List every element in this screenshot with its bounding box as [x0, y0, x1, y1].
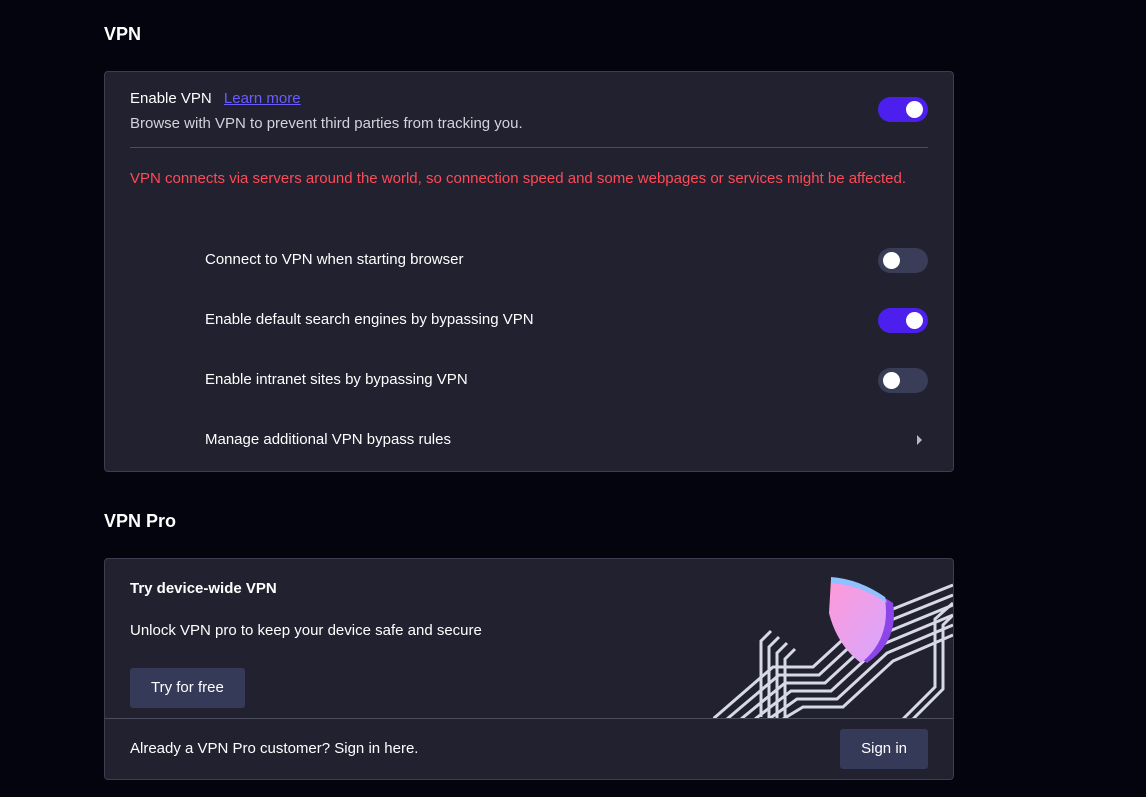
enable-vpn-description: Browse with VPN to prevent third parties… [130, 115, 523, 132]
bypass-intranet-toggle[interactable] [878, 368, 928, 393]
toggle-knob [906, 101, 923, 118]
learn-more-link[interactable]: Learn more [224, 90, 301, 107]
manage-bypass-rules-row[interactable]: Manage additional VPN bypass rules [205, 426, 928, 456]
vpn-pro-card-description: Unlock VPN pro to keep your device safe … [130, 622, 482, 639]
option-bypass-search-engines: Enable default search engines by bypassi… [205, 306, 928, 336]
chevron-right-icon [917, 435, 922, 445]
enable-vpn-toggle[interactable] [878, 97, 928, 122]
toggle-knob [883, 252, 900, 269]
vpn-settings-card: Enable VPN Learn more Browse with VPN to… [104, 71, 954, 472]
vpn-warning-text: VPN connects via servers around the worl… [130, 170, 906, 187]
vpn-pro-section-title: VPN Pro [104, 511, 177, 531]
bypass-search-engines-toggle[interactable] [878, 308, 928, 333]
divider [105, 718, 953, 719]
option-label: Enable intranet sites by bypassing VPN [205, 371, 468, 388]
sign-in-button[interactable]: Sign in [840, 729, 928, 769]
vpn-section-title: VPN [104, 24, 142, 44]
manage-bypass-rules-label: Manage additional VPN bypass rules [205, 431, 451, 448]
enable-vpn-row: Enable VPN Learn more [130, 90, 301, 107]
option-connect-on-start: Connect to VPN when starting browser [205, 246, 928, 276]
enable-vpn-label: Enable VPN [130, 90, 212, 107]
vpn-pro-card: Try device-wide VPN Unlock VPN pro to ke… [104, 558, 954, 780]
vpn-pro-signin-prompt: Already a VPN Pro customer? Sign in here… [130, 740, 419, 757]
connect-on-start-toggle[interactable] [878, 248, 928, 273]
option-bypass-intranet: Enable intranet sites by bypassing VPN [205, 366, 928, 396]
toggle-knob [883, 372, 900, 389]
shield-icon [713, 577, 953, 719]
divider [130, 147, 928, 148]
toggle-knob [906, 312, 923, 329]
option-label: Enable default search engines by bypassi… [205, 311, 534, 328]
option-label: Connect to VPN when starting browser [205, 251, 464, 268]
try-for-free-button[interactable]: Try for free [130, 668, 245, 708]
vpn-pro-card-title: Try device-wide VPN [130, 580, 277, 597]
